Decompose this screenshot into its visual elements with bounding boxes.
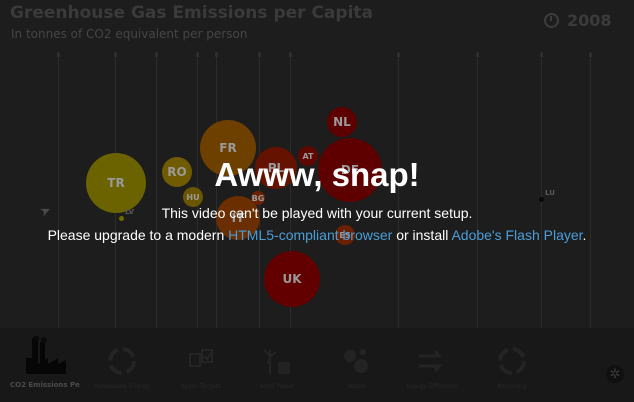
error-title: Awww, snap! (214, 156, 420, 193)
arrows-icon[interactable] (417, 346, 447, 376)
flash-player-link[interactable]: Adobe's Flash Player (451, 227, 582, 243)
nav-item-wind-label[interactable]: Wind Power (242, 383, 312, 390)
checkbox-icon[interactable] (186, 346, 216, 376)
recycle-icon[interactable] (107, 346, 137, 376)
recycle-icon-2[interactable] (497, 346, 527, 376)
html5-browser-link[interactable]: HTML5-compliant browser (228, 227, 392, 243)
factory-icon[interactable] (24, 336, 68, 376)
molecules-icon[interactable] (341, 346, 371, 376)
video-player: Greenhouse Gas Emissions per Capita In t… (0, 0, 634, 402)
nav-item-renewable-label[interactable]: Renewable Energy (87, 383, 157, 390)
nav-item-co2-emissions-label[interactable]: CO2 Emissions Pe (10, 381, 80, 389)
upgrade-message: Please upgrade to a modern HTML5-complia… (0, 227, 634, 243)
upgrade-suffix: . (582, 227, 587, 243)
bubble-lu[interactable] (539, 197, 544, 202)
error-message: This video can't be played with your cur… (161, 205, 473, 221)
settings-icon[interactable]: ✲ (606, 365, 624, 383)
nav-item-recycling-label[interactable]: Recycling (477, 383, 547, 390)
bubble-nl[interactable]: NL (327, 107, 357, 137)
category-nav-bar (0, 328, 634, 402)
bubble-uk[interactable]: UK (264, 251, 320, 307)
nav-item-waste-label[interactable]: Waste (321, 383, 391, 390)
nav-item-kyoto-label[interactable]: Kyoto Targets (166, 383, 236, 390)
wind-turbine-icon[interactable] (262, 346, 292, 376)
nav-item-efficiency-label[interactable]: Energy Efficiency (397, 383, 467, 390)
upgrade-prefix: Please upgrade to a modern (47, 227, 229, 243)
upgrade-middle: or install (392, 227, 452, 243)
